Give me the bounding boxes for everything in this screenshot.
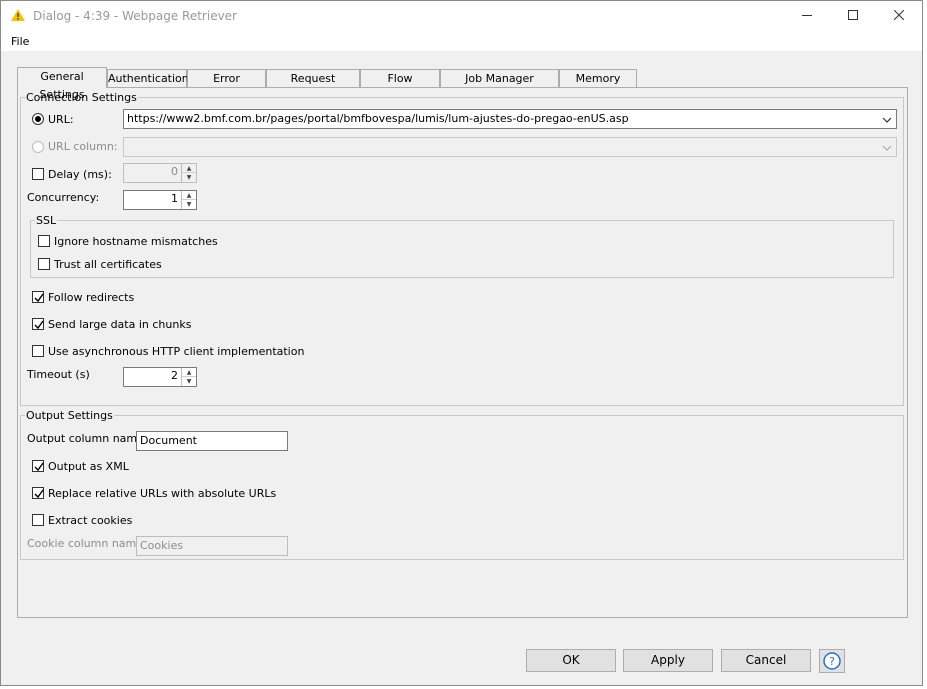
ssl-legend: SSL	[35, 214, 58, 227]
apply-button[interactable]: Apply	[623, 649, 713, 672]
svg-text:?: ?	[829, 655, 835, 668]
output-xml-label: Output as XML	[48, 460, 129, 473]
tab-authentication[interactable]: Authentication	[107, 69, 189, 87]
help-button[interactable]: ?	[819, 649, 845, 673]
output-settings-legend: Output Settings	[25, 409, 114, 422]
spinner-down-icon[interactable]: ▼	[182, 173, 196, 182]
close-button[interactable]	[876, 1, 922, 31]
chevron-down-icon	[882, 141, 892, 151]
ignore-hostname-label: Ignore hostname mismatches	[54, 235, 218, 248]
tab-general-settings[interactable]: General Settings	[17, 67, 107, 101]
tab-error-handling[interactable]: Error Handling	[187, 69, 266, 103]
spinner-down-icon[interactable]: ▼	[182, 200, 196, 209]
menu-bar: File	[1, 31, 922, 51]
checkmark-icon	[34, 320, 44, 330]
extract-cookies-checkbox[interactable]	[32, 514, 44, 526]
cookie-column-name-label: Cookie column name	[27, 537, 144, 550]
async-http-checkbox[interactable]	[32, 345, 44, 357]
replace-urls-checkbox[interactable]	[32, 487, 44, 499]
tab-flow-variables[interactable]: Flow Variables	[360, 69, 440, 103]
help-question-icon: ?	[823, 652, 841, 673]
replace-urls-label: Replace relative URLs with absolute URLs	[48, 487, 277, 500]
ok-button[interactable]: OK	[526, 649, 616, 672]
follow-redirects-label: Follow redirects	[48, 291, 135, 304]
extract-cookies-label: Extract cookies	[48, 514, 133, 527]
timeout-value: 2	[171, 369, 178, 382]
chevron-down-icon	[882, 113, 892, 123]
send-chunks-checkbox[interactable]	[32, 318, 44, 330]
trust-all-checkbox[interactable]	[38, 258, 50, 270]
delay-checkbox[interactable]	[32, 168, 44, 180]
tab-request-headers[interactable]: Request Headers	[266, 69, 360, 103]
dialog-window: Dialog - 4:39 - Webpage Retriever File G…	[0, 0, 923, 686]
delay-label: Delay (ms):	[48, 168, 112, 181]
send-chunks-label: Send large data in chunks	[48, 318, 192, 331]
knime-warning-triangle-icon	[11, 9, 25, 21]
spinner-up-icon[interactable]: ▲	[182, 164, 196, 173]
menu-file[interactable]: File	[11, 35, 29, 48]
url-label: URL:	[48, 113, 74, 126]
output-column-name-label: Output column name	[27, 432, 144, 445]
spinner-up-icon[interactable]: ▲	[182, 191, 196, 200]
url-radio[interactable]	[32, 113, 44, 125]
url-column-radio[interactable]	[32, 141, 44, 153]
minimize-button[interactable]	[784, 1, 830, 31]
checkmark-icon	[34, 293, 44, 303]
checkmark-icon	[34, 489, 44, 499]
spinner-up-icon[interactable]: ▲	[182, 368, 196, 377]
maximize-icon	[848, 9, 858, 23]
async-http-label: Use asynchronous HTTP client implementat…	[48, 345, 305, 358]
title-bar[interactable]: Dialog - 4:39 - Webpage Retriever	[1, 1, 922, 31]
timeout-label: Timeout (s)	[27, 368, 90, 381]
concurrency-label: Concurrency:	[27, 191, 100, 204]
output-column-name-input[interactable]: Document	[136, 431, 288, 451]
cookie-column-name-input[interactable]: Cookies	[136, 536, 288, 556]
url-column-label: URL column:	[48, 140, 118, 153]
tab-memory-policy[interactable]: Memory Policy	[559, 69, 637, 103]
url-combo[interactable]: https://www2.bmf.com.br/pages/portal/bmf…	[123, 109, 897, 129]
output-xml-checkbox[interactable]	[32, 460, 44, 472]
concurrency-spinner[interactable]: 1 ▲ ▼	[123, 190, 197, 210]
cancel-button[interactable]: Cancel	[721, 649, 811, 672]
ignore-hostname-checkbox[interactable]	[38, 235, 50, 247]
url-column-combo[interactable]	[123, 137, 897, 157]
follow-redirects-checkbox[interactable]	[32, 291, 44, 303]
tab-job-manager-selection[interactable]: Job Manager Selection	[440, 69, 559, 103]
spinner-down-icon[interactable]: ▼	[182, 377, 196, 386]
trust-all-label: Trust all certificates	[54, 258, 162, 271]
timeout-spinner[interactable]: 2 ▲ ▼	[123, 367, 197, 387]
url-value: https://www2.bmf.com.br/pages/portal/bmf…	[127, 112, 629, 125]
checkmark-icon	[34, 462, 44, 472]
concurrency-value: 1	[171, 192, 178, 205]
maximize-button[interactable]	[830, 1, 876, 31]
window-title: Dialog - 4:39 - Webpage Retriever	[33, 9, 237, 23]
delay-value: 0	[171, 165, 178, 178]
close-icon	[893, 9, 905, 23]
minimize-icon	[802, 10, 812, 23]
delay-spinner[interactable]: 0 ▲ ▼	[123, 163, 197, 183]
